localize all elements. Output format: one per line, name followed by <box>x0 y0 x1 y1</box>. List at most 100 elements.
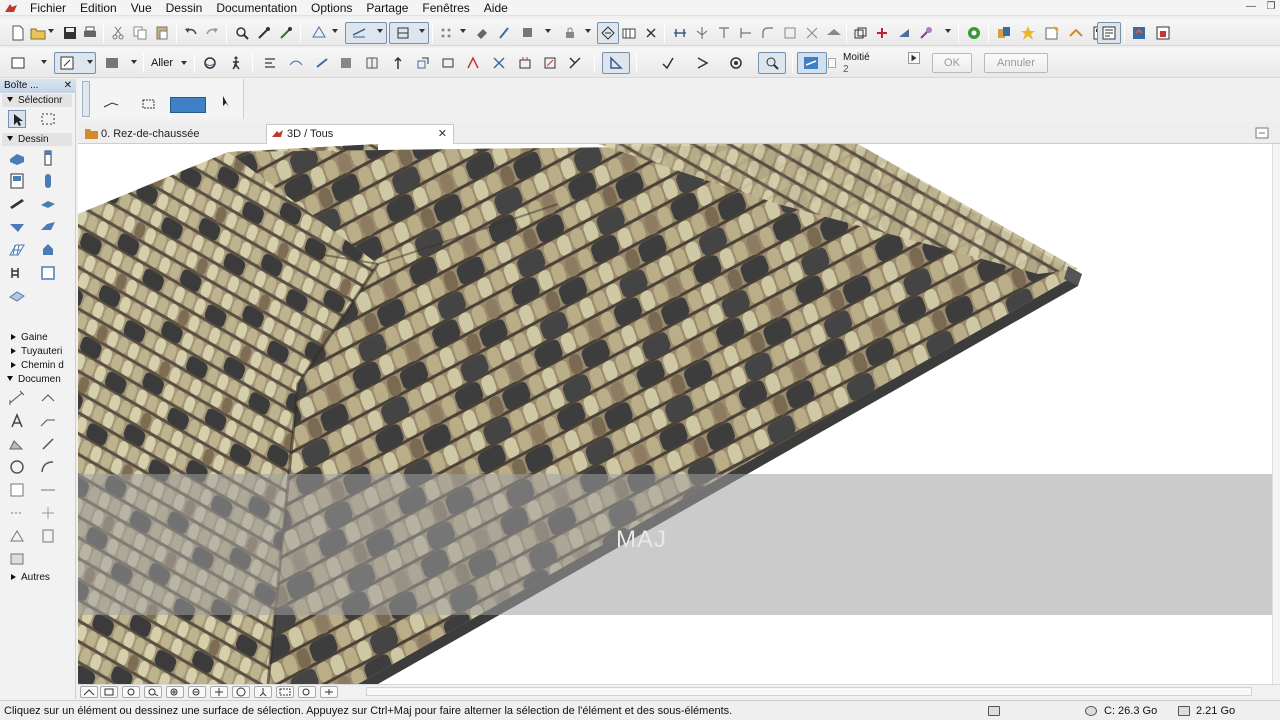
solid-ops-icon[interactable] <box>852 25 868 41</box>
snap-points-icon[interactable] <box>438 25 454 41</box>
minimize-icon[interactable]: — <box>1244 1 1258 13</box>
publish-icon[interactable] <box>1131 25 1147 41</box>
fillet-icon[interactable] <box>760 25 776 41</box>
snap-points-dropdown-icon[interactable] <box>460 29 466 33</box>
trim-icon[interactable] <box>716 25 732 41</box>
horizontal-scroll-thumb[interactable] <box>367 688 1251 695</box>
walk-view-icon[interactable] <box>254 686 272 698</box>
grid-snap-icon[interactable] <box>351 25 367 41</box>
roof-icon[interactable] <box>826 25 842 41</box>
save-icon[interactable] <box>62 25 78 41</box>
model-view-icon[interactable] <box>1068 25 1084 41</box>
menu-aide[interactable]: Aide <box>478 1 516 15</box>
elevate-icon[interactable] <box>390 55 406 71</box>
3d-viewport[interactable]: MAJ <box>78 144 1272 684</box>
toolbox-group-tuyauterie[interactable]: Tuyauteri <box>2 345 72 358</box>
morph-tool-icon[interactable] <box>39 241 57 259</box>
menu-vue[interactable]: Vue <box>125 1 160 15</box>
change-tool-icon[interactable] <box>39 527 57 545</box>
attributes-icon[interactable] <box>1044 25 1060 41</box>
pen-icon[interactable] <box>496 25 512 41</box>
walk-icon[interactable] <box>228 55 244 71</box>
magic-dropdown-icon[interactable] <box>945 29 951 33</box>
drag-icon[interactable] <box>314 55 330 71</box>
menu-options[interactable]: Options <box>305 1 360 15</box>
half-options-icon[interactable] <box>828 58 836 68</box>
trace-icon[interactable] <box>621 25 637 41</box>
orbit-icon[interactable] <box>202 55 218 71</box>
multiply-icon[interactable] <box>465 55 481 71</box>
mirror-copy-icon[interactable] <box>567 55 583 71</box>
vertical-scrollbar[interactable] <box>1272 144 1280 684</box>
cursor-arrow-icon[interactable] <box>695 55 711 71</box>
tab-close-icon[interactable]: ✕ <box>438 125 447 143</box>
3d-window-dropdown-icon[interactable] <box>87 60 93 64</box>
geometry-method-icon[interactable] <box>102 95 120 113</box>
open-dropdown-icon[interactable] <box>48 29 54 33</box>
zoom-to-selection-icon[interactable] <box>298 686 316 698</box>
half-toggle-icon[interactable] <box>803 55 819 71</box>
zoom-previous-icon[interactable] <box>144 686 162 698</box>
redo-icon[interactable] <box>204 25 220 41</box>
pdf-icon[interactable] <box>1155 25 1171 41</box>
elevation-tool-icon[interactable] <box>39 481 57 499</box>
split-element-icon[interactable] <box>491 55 507 71</box>
toolbox-group-chemin[interactable]: Chemin d <box>2 359 72 372</box>
tab-floor-plan[interactable]: 0. Rez-de-chaussée <box>80 124 266 144</box>
slab-tool-icon[interactable] <box>39 195 57 213</box>
zone-tool-icon[interactable] <box>39 264 57 282</box>
floor-plan-dropdown-icon[interactable] <box>41 60 47 64</box>
rotate-icon[interactable] <box>338 55 354 71</box>
toolbox-group-gaine[interactable]: Gaine <box>2 331 72 344</box>
adjust-icon[interactable] <box>738 25 754 41</box>
orbit-view-icon[interactable] <box>232 686 250 698</box>
3d-window-icon[interactable] <box>59 55 75 71</box>
pointer-method-icon[interactable] <box>218 93 236 111</box>
goto-label[interactable]: Aller <box>151 57 173 69</box>
rotate-copy-icon[interactable] <box>542 55 558 71</box>
shading-icon[interactable] <box>104 55 120 71</box>
selection-method-icon[interactable] <box>170 97 206 113</box>
toolbox-group-drawing[interactable]: Dessin <box>2 133 72 146</box>
zoom-in-icon[interactable] <box>166 686 184 698</box>
explode-icon[interactable] <box>896 25 912 41</box>
stretch-icon[interactable] <box>440 55 456 71</box>
section-tool-icon[interactable] <box>8 481 26 499</box>
toolbox-group-autres[interactable]: Autres <box>2 571 72 584</box>
cancel-button[interactable]: Annuler <box>984 53 1048 73</box>
guide-lines-dropdown-icon[interactable] <box>419 29 425 33</box>
teamwork-icon[interactable] <box>966 25 982 41</box>
pan-icon[interactable] <box>210 686 228 698</box>
toolbox-group-selection[interactable]: Sélectionr <box>2 94 72 107</box>
roof-tool-icon[interactable] <box>8 218 26 236</box>
guide-lines-icon[interactable] <box>395 25 411 41</box>
close-trace-icon[interactable] <box>643 25 659 41</box>
toolbox-close-icon[interactable]: ✕ <box>64 79 72 93</box>
line-tool-icon[interactable] <box>39 435 57 453</box>
detail-tool-icon[interactable] <box>8 527 26 545</box>
suspend-groups-icon[interactable] <box>600 25 616 41</box>
figure-tool-icon[interactable] <box>8 550 26 568</box>
wall-tool-icon[interactable] <box>8 149 26 167</box>
level-dimension-tool-icon[interactable] <box>39 389 57 407</box>
play-icon[interactable] <box>908 52 920 64</box>
add-point-icon[interactable] <box>874 25 890 41</box>
text-tool-icon[interactable] <box>8 412 26 430</box>
fit-in-window-icon[interactable] <box>276 686 294 698</box>
section-icon[interactable] <box>672 25 688 41</box>
sun-settings-icon[interactable] <box>764 55 780 71</box>
layers-dropdown-icon[interactable] <box>332 29 338 33</box>
zoom-out-icon[interactable] <box>188 686 206 698</box>
align-icon[interactable] <box>262 55 278 71</box>
door-tool-icon[interactable] <box>8 172 26 190</box>
menu-dessin[interactable]: Dessin <box>160 1 211 15</box>
layers-icon[interactable] <box>311 25 327 41</box>
lock-dropdown-icon[interactable] <box>585 29 591 33</box>
menu-fenetres[interactable]: Fenêtres <box>416 1 477 15</box>
syringe-icon[interactable] <box>278 25 294 41</box>
fill-tool-icon[interactable] <box>8 435 26 453</box>
intersect-icon[interactable] <box>804 25 820 41</box>
tab-3d[interactable]: 3D / Tous ✕ <box>266 124 454 144</box>
printer-status-icon[interactable] <box>988 706 1000 716</box>
split-icon[interactable] <box>694 25 710 41</box>
